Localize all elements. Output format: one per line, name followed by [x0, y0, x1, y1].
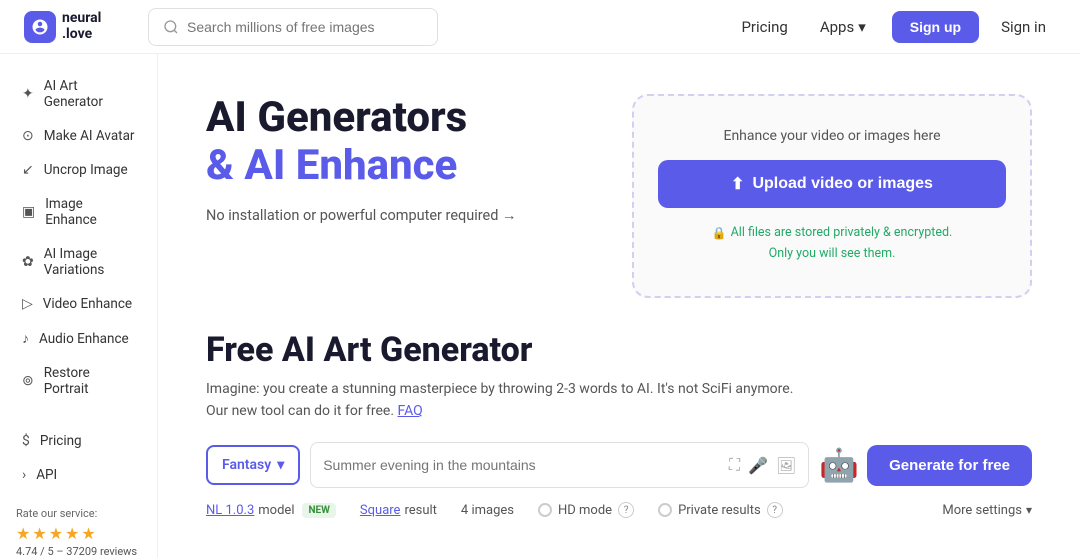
hd-mode-radio[interactable]: [538, 503, 552, 517]
main-layout: ✦ AI Art Generator ⊙ Make AI Avatar ↙ Un…: [0, 54, 1080, 558]
enhance-icon: ▣: [22, 204, 35, 220]
sidebar-item-pricing[interactable]: $ Pricing: [6, 425, 151, 457]
sidebar-item-ai-image-variations[interactable]: ✿ AI Image Variations: [6, 238, 151, 286]
star-rating[interactable]: ★★★★★: [16, 524, 141, 543]
video-icon: ▷: [22, 296, 33, 312]
nav-pricing-link[interactable]: Pricing: [727, 12, 801, 42]
nav-links: Pricing Apps ▾ Sign up Sign in: [727, 11, 1056, 43]
upload-icon: ⬆: [731, 174, 744, 194]
sidebar-item-uncrop-image[interactable]: ↙ Uncrop Image: [6, 154, 151, 186]
hero-title: AI Generators & AI Enhance: [206, 94, 592, 191]
main-content: AI Generators & AI Enhance No installati…: [158, 54, 1080, 558]
sparkle-icon: ✦: [22, 86, 34, 102]
prompt-input[interactable]: [323, 457, 729, 473]
style-select[interactable]: Fantasy ▾: [206, 445, 300, 485]
sidebar-item-api[interactable]: › API: [6, 459, 151, 491]
new-badge: NEW: [302, 503, 335, 518]
logo-text: neural .love: [62, 11, 101, 42]
result-item: Square result: [360, 503, 437, 518]
art-generator-section: Free AI Art Generator Imagine: you creat…: [206, 330, 1032, 519]
audio-icon: ♪: [22, 330, 29, 347]
chevron-down-icon: ▾: [858, 18, 866, 36]
generate-button[interactable]: Generate for free: [867, 445, 1032, 486]
chevron-down-icon: ▾: [277, 457, 284, 473]
private-results-item: Private results ?: [658, 502, 783, 518]
sidebar: ✦ AI Art Generator ⊙ Make AI Avatar ↙ Un…: [0, 54, 158, 558]
signup-button[interactable]: Sign up: [892, 11, 979, 43]
images-item: 4 images: [461, 503, 514, 518]
hero-section: AI Generators & AI Enhance No installati…: [206, 94, 1032, 298]
logo[interactable]: neural .love: [24, 11, 124, 43]
generator-row: Fantasy ▾ ⛶ 🎤 🖼 🤖 Generate for free: [206, 442, 1032, 488]
dollar-icon: $: [22, 433, 30, 449]
robot-icon: 🤖: [819, 446, 859, 484]
rating-text: 4.74 / 5 – 37209 reviews: [16, 545, 141, 558]
model-link[interactable]: NL 1.0.3: [206, 503, 254, 518]
sidebar-footer: Rate our service: ★★★★★ 4.74 / 5 – 37209…: [0, 495, 157, 558]
upload-card: Enhance your video or images here ⬆ Uplo…: [632, 94, 1032, 298]
hero-subtitle: No installation or powerful computer req…: [206, 207, 592, 224]
upload-label: Enhance your video or images here: [723, 128, 940, 144]
prompt-input-wrap: ⛶ 🎤 🖼: [310, 442, 809, 488]
logo-icon: [24, 11, 56, 43]
search-icon: [163, 19, 179, 35]
result-link[interactable]: Square: [360, 503, 401, 518]
signin-link[interactable]: Sign in: [991, 12, 1056, 42]
sidebar-item-image-enhance[interactable]: ▣ Image Enhance: [6, 188, 151, 236]
hero-text: AI Generators & AI Enhance No installati…: [206, 94, 592, 224]
more-settings-button[interactable]: More settings ▾: [942, 503, 1032, 518]
art-desc: Imagine: you create a stunning masterpie…: [206, 378, 1032, 423]
private-help-icon[interactable]: ?: [767, 502, 783, 518]
api-icon: ›: [22, 467, 26, 483]
model-row: NL 1.0.3 model NEW Square result 4 image…: [206, 502, 1032, 518]
art-title: Free AI Art Generator: [206, 330, 1032, 370]
sidebar-item-ai-art-generator[interactable]: ✦ AI Art Generator: [6, 70, 151, 118]
upload-note: 🔒 All files are stored privately & encry…: [712, 224, 953, 264]
nav-apps-link[interactable]: Apps ▾: [806, 12, 880, 42]
sidebar-item-audio-enhance[interactable]: ♪ Audio Enhance: [6, 322, 151, 355]
rate-label: Rate our service:: [16, 507, 141, 520]
lock-icon: 🔒: [712, 224, 727, 242]
search-input[interactable]: [187, 19, 423, 35]
prompt-icons: ⛶ 🎤 🖼: [729, 455, 796, 475]
upload-button[interactable]: ⬆ Upload video or images: [658, 160, 1006, 208]
expand-icon[interactable]: ⛶: [729, 455, 740, 475]
chevron-down-icon: ▾: [1026, 503, 1032, 517]
model-item: NL 1.0.3 model NEW: [206, 503, 336, 518]
search-bar[interactable]: [148, 8, 438, 46]
portrait-icon: ⊚: [22, 373, 34, 389]
top-navigation: neural .love Pricing Apps ▾ Sign up Sign…: [0, 0, 1080, 54]
faq-link[interactable]: FAQ: [398, 403, 423, 419]
mic-icon[interactable]: 🎤: [748, 456, 768, 475]
uncrop-icon: ↙: [22, 162, 34, 178]
sidebar-item-video-enhance[interactable]: ▷ Video Enhance: [6, 288, 151, 320]
variations-icon: ✿: [22, 254, 34, 270]
image-icon[interactable]: 🖼: [776, 456, 796, 475]
sidebar-item-make-ai-avatar[interactable]: ⊙ Make AI Avatar: [6, 120, 151, 152]
avatar-icon: ⊙: [22, 128, 34, 144]
hd-mode-item: HD mode ?: [538, 502, 634, 518]
private-results-radio[interactable]: [658, 503, 672, 517]
hd-help-icon[interactable]: ?: [618, 502, 634, 518]
sidebar-item-restore-portrait[interactable]: ⊚ Restore Portrait: [6, 357, 151, 405]
